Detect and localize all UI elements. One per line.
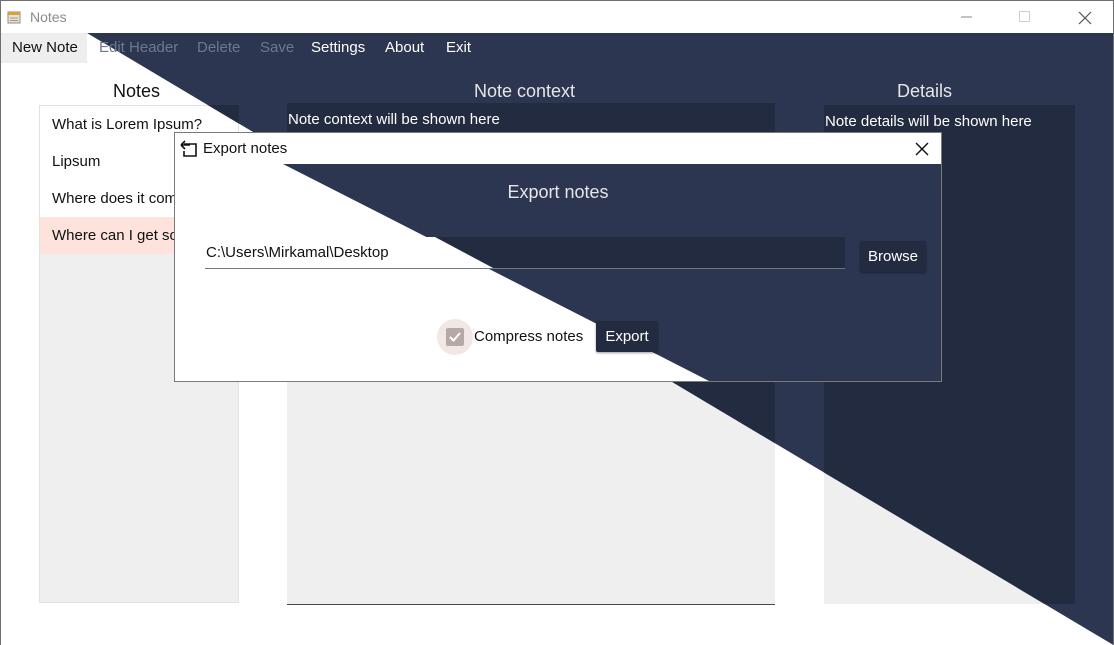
note-list-item[interactable]: Lipsum bbox=[52, 153, 100, 170]
menu-settings[interactable]: Settings bbox=[311, 39, 365, 56]
maximize-button[interactable] bbox=[1002, 1, 1048, 33]
compress-label: Compress notes bbox=[474, 328, 584, 345]
menu-exit[interactable]: Exit bbox=[446, 39, 471, 56]
title-bar[interactable]: Notes bbox=[1, 1, 1113, 33]
export-button[interactable]: Export bbox=[596, 321, 658, 352]
notes-header: Notes bbox=[113, 81, 161, 101]
browse-button[interactable]: Browse bbox=[860, 241, 926, 272]
close-window-button[interactable] bbox=[1061, 1, 1107, 33]
close-icon bbox=[1078, 11, 1092, 25]
dialog-title: Export notes bbox=[203, 140, 288, 157]
menu-edit-header[interactable]: Edit Header bbox=[99, 39, 178, 56]
compress-checkbox[interactable] bbox=[446, 328, 464, 346]
notes-app-icon bbox=[7, 11, 21, 24]
export-icon bbox=[180, 140, 197, 157]
note-context-placeholder: Note context will be shown here bbox=[288, 111, 500, 128]
export-dialog: Export notes Export notes C:\Users\Mirka… bbox=[174, 132, 942, 382]
export-path-input[interactable]: C:\Users\Mirkamal\Desktop bbox=[205, 237, 845, 269]
menu-new-note[interactable]: New Note bbox=[12, 39, 78, 56]
note-details-placeholder: Note details will be shown here bbox=[825, 113, 1032, 130]
window-title: Notes bbox=[30, 9, 67, 25]
checkmark-icon bbox=[449, 332, 461, 342]
close-icon[interactable] bbox=[915, 142, 929, 156]
minimize-icon bbox=[961, 16, 972, 18]
note-list-item[interactable]: What is Lorem Ipsum? bbox=[52, 116, 202, 133]
dialog-heading: Export notes bbox=[507, 182, 609, 202]
maximize-icon bbox=[1019, 11, 1030, 22]
menu-about[interactable]: About bbox=[385, 39, 424, 56]
menu-delete[interactable]: Delete bbox=[197, 39, 240, 56]
menu-save[interactable]: Save bbox=[260, 39, 294, 56]
dialog-title-bar[interactable]: Export notes bbox=[175, 133, 941, 164]
app-window: Notes New Note Edit Header Delete Save S… bbox=[0, 0, 1114, 645]
note-context-header: Note context bbox=[474, 81, 576, 101]
export-path-value: C:\Users\Mirkamal\Desktop bbox=[206, 244, 389, 261]
details-header: Details bbox=[897, 81, 953, 101]
minimize-button[interactable] bbox=[944, 1, 990, 33]
